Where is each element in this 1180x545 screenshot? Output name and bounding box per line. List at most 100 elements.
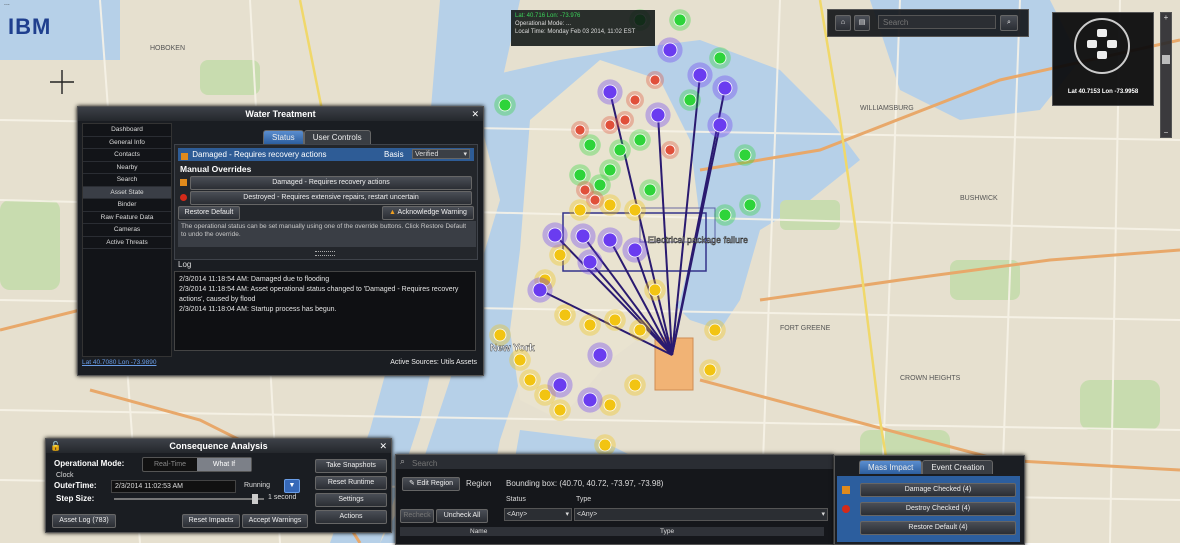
sidebar-item-cameras[interactable]: Cameras — [83, 224, 171, 237]
type-select[interactable]: <Any> ▾ — [574, 508, 828, 521]
pan-down-button[interactable] — [1097, 51, 1107, 59]
take-snapshots-button[interactable]: Take Snapshots — [315, 459, 387, 473]
zoom-in-icon[interactable]: + — [1161, 13, 1171, 22]
tab-status[interactable]: Status — [263, 130, 304, 144]
asset-marker[interactable] — [629, 94, 641, 106]
asset-marker[interactable] — [673, 13, 687, 27]
asset-marker[interactable] — [523, 373, 537, 387]
asset-marker[interactable] — [717, 80, 733, 96]
search-input[interactable] — [878, 15, 996, 29]
restore-default-button[interactable]: Restore Default — [178, 206, 240, 220]
step-size-thumb[interactable] — [252, 494, 258, 504]
asset-marker[interactable] — [602, 84, 618, 100]
close-icon[interactable]: ✕ — [379, 439, 387, 453]
column-name[interactable]: Name — [470, 527, 487, 536]
asset-marker[interactable] — [582, 254, 598, 270]
asset-marker[interactable] — [573, 168, 587, 182]
recheck-button[interactable]: Recheck — [400, 509, 434, 523]
footer-coords[interactable]: Lat 40.7080 Lon -73.9890 — [82, 359, 156, 366]
asset-marker[interactable] — [513, 353, 527, 367]
asset-marker[interactable] — [628, 378, 642, 392]
reset-runtime-button[interactable]: Reset Runtime — [315, 476, 387, 490]
asset-marker[interactable] — [738, 148, 752, 162]
consequence-titlebar[interactable]: 🔓 Consequence Analysis ✕ — [46, 439, 391, 453]
override-destroyed-button[interactable]: Destroyed - Requires extensive repairs, … — [190, 191, 472, 205]
asset-marker[interactable] — [592, 347, 608, 363]
asset-marker[interactable] — [743, 198, 757, 212]
asset-marker[interactable] — [552, 377, 568, 393]
asset-marker[interactable] — [648, 283, 662, 297]
asset-marker[interactable] — [649, 74, 661, 86]
asset-marker[interactable] — [493, 328, 507, 342]
sidebar-item-active-threats[interactable]: Active Threats — [83, 237, 171, 249]
settings-button[interactable]: Settings — [315, 493, 387, 507]
asset-marker[interactable] — [558, 308, 572, 322]
tab-mass-impact[interactable]: Mass Impact — [859, 460, 923, 474]
asset-marker[interactable] — [650, 107, 666, 123]
asset-marker[interactable] — [608, 313, 622, 327]
asset-log-button[interactable]: Asset Log (783) — [52, 514, 116, 528]
sidebar-item-search[interactable]: Search — [83, 174, 171, 187]
accept-warnings-button[interactable]: Accept Warnings — [242, 514, 308, 528]
asset-marker[interactable] — [593, 178, 607, 192]
close-icon[interactable]: ✕ — [471, 107, 479, 121]
sidebar-item-binder[interactable]: Binder — [83, 199, 171, 212]
column-type[interactable]: Type — [660, 527, 674, 536]
uncheck-all-button[interactable]: Uncheck All — [436, 509, 488, 523]
tab-event-creation[interactable]: Event Creation — [922, 460, 994, 474]
mode-real-time[interactable]: Real-Time — [143, 458, 197, 471]
layers-button[interactable]: ▤ — [854, 15, 870, 31]
tab-user-controls[interactable]: User Controls — [303, 130, 371, 144]
sidebar-item-general-info[interactable]: General Info — [83, 137, 171, 149]
water-treatment-titlebar[interactable]: Water Treatment ✕ — [78, 107, 483, 121]
asset-marker[interactable] — [582, 392, 598, 408]
asset-marker[interactable] — [633, 133, 647, 147]
asset-marker[interactable] — [718, 208, 732, 222]
asset-marker[interactable] — [589, 194, 601, 206]
mode-what-if[interactable]: What If — [197, 458, 251, 471]
damage-checked-button[interactable]: Damage Checked (4) — [860, 483, 1016, 497]
asset-marker[interactable] — [683, 93, 697, 107]
asset-marker[interactable] — [613, 143, 627, 157]
asset-marker[interactable] — [627, 242, 643, 258]
reset-impacts-button[interactable]: Reset Impacts — [182, 514, 240, 528]
step-size-slider[interactable] — [114, 494, 264, 504]
asset-marker[interactable] — [532, 282, 548, 298]
asset-marker[interactable] — [553, 248, 567, 262]
asset-marker[interactable] — [603, 398, 617, 412]
asset-marker[interactable] — [708, 323, 722, 337]
pan-up-button[interactable] — [1097, 29, 1107, 37]
asset-marker[interactable] — [602, 232, 618, 248]
restore-default-checked-button[interactable]: Restore Default (4) — [860, 521, 1016, 535]
bottom-search-input[interactable] — [410, 456, 714, 470]
asset-marker[interactable] — [579, 184, 591, 196]
asset-marker[interactable] — [553, 403, 567, 417]
asset-marker[interactable] — [603, 163, 617, 177]
asset-marker[interactable] — [604, 119, 616, 131]
search-button[interactable]: ⌕ — [1000, 15, 1018, 31]
asset-marker[interactable] — [713, 51, 727, 65]
splitter-handle[interactable] — [315, 251, 335, 256]
asset-marker[interactable] — [692, 67, 708, 83]
basis-select[interactable]: Verified ▾ — [412, 149, 470, 159]
zoom-thumb[interactable] — [1162, 55, 1170, 64]
home-button[interactable]: ⌂ — [835, 15, 851, 31]
acknowledge-warning-button[interactable]: ▲ Acknowledge Warning — [382, 206, 474, 220]
sidebar-item-dashboard[interactable]: Dashboard — [83, 124, 171, 137]
edit-region-button[interactable]: ✎ Edit Region — [402, 477, 460, 491]
asset-marker[interactable] — [583, 318, 597, 332]
destroy-checked-button[interactable]: Destroy Checked (4) — [860, 502, 1016, 516]
zoom-out-icon[interactable]: − — [1161, 128, 1171, 137]
compass-ring[interactable] — [1074, 18, 1130, 74]
status-select[interactable]: <Any> ▾ — [504, 508, 572, 521]
asset-marker[interactable] — [603, 198, 617, 212]
asset-marker[interactable] — [547, 227, 563, 243]
asset-marker[interactable] — [712, 117, 728, 133]
sidebar-item-contacts[interactable]: Contacts — [83, 149, 171, 162]
asset-marker[interactable] — [583, 138, 597, 152]
actions-button[interactable]: Actions — [315, 510, 387, 524]
asset-marker[interactable] — [628, 203, 642, 217]
asset-marker[interactable] — [643, 183, 657, 197]
pan-right-button[interactable] — [1107, 40, 1117, 48]
asset-marker[interactable] — [598, 438, 612, 452]
